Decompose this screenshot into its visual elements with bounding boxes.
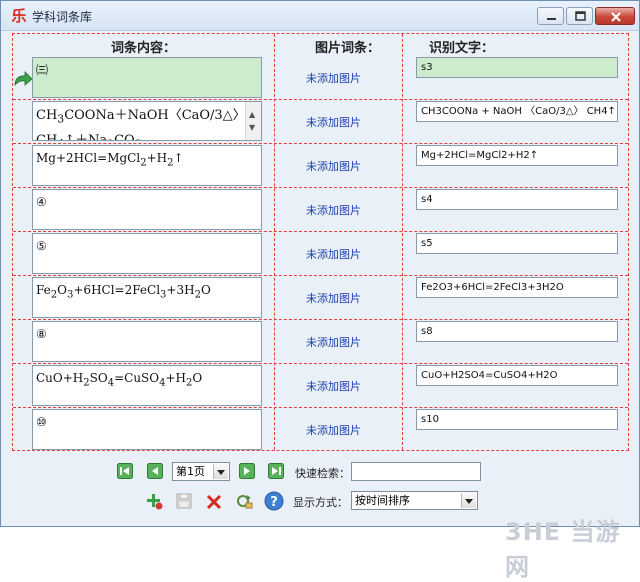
column-divider <box>274 34 275 450</box>
row-divider <box>13 99 628 100</box>
add-picture-link[interactable]: 未添加图片 <box>306 422 361 438</box>
scroll-down-icon[interactable]: ▼ <box>249 117 255 138</box>
quick-search-label: 快速检索： <box>295 467 350 480</box>
add-picture-link[interactable]: 未添加图片 <box>306 290 361 306</box>
term-scrollbar[interactable]: ▲ ▼ <box>245 102 261 140</box>
term-field[interactable]: ④ <box>32 189 262 230</box>
terms-grid: 词条内容： 图片词条： 识别文字： ㈢ 未添加图片 s3 CH3COONa＋Na… <box>12 33 629 451</box>
term-text: Mg+2HCl=MgCl2+H2↑ <box>36 151 184 169</box>
recognized-text-field[interactable]: CuO+H2SO4=CuSO4+H2O <box>416 365 618 386</box>
row-divider <box>13 319 628 320</box>
recognized-text-field[interactable]: s10 <box>416 409 618 430</box>
main-panel: 词条内容： 图片词条： 识别文字： ㈢ 未添加图片 s3 CH3COONa＋Na… <box>9 31 631 581</box>
add-picture-link[interactable]: 未添加图片 <box>306 114 361 130</box>
term-text: ⑤ <box>36 239 47 253</box>
add-picture-link[interactable]: 未添加图片 <box>306 158 361 174</box>
column-divider <box>402 34 403 450</box>
close-button[interactable] <box>595 7 635 25</box>
term-field[interactable]: ⑧ <box>32 321 262 362</box>
add-picture-link[interactable]: 未添加图片 <box>306 378 361 394</box>
add-picture-link[interactable]: 未添加图片 <box>306 70 361 86</box>
term-field[interactable]: Mg+2HCl=MgCl2+H2↑ <box>32 145 262 186</box>
add-icon[interactable] <box>144 491 164 511</box>
term-text: CH3COONa＋NaOH〈CaO/3△〉CH4↑＋Na2CO3 <box>36 108 240 141</box>
recognized-text-field[interactable]: Fe2O3+6HCl=2FeCl3+3H2O <box>416 277 618 298</box>
add-picture-link[interactable]: 未添加图片 <box>306 334 361 350</box>
next-page-icon[interactable] <box>239 463 255 479</box>
row-divider <box>13 275 628 276</box>
recognized-text-field[interactable]: s5 <box>416 233 618 254</box>
term-field[interactable]: ⑤ <box>32 233 262 274</box>
last-page-icon[interactable] <box>268 463 284 479</box>
add-picture-link[interactable]: 未添加图片 <box>306 246 361 262</box>
row-divider <box>13 187 628 188</box>
recognized-text-field[interactable]: CH3COONa + NaOH 〈CaO/3△〉 CH4↑ <box>416 101 618 122</box>
display-mode-select[interactable]: 按时间排序 <box>351 491 478 510</box>
quick-search-input[interactable] <box>351 462 481 481</box>
row-divider <box>13 231 628 232</box>
row-divider <box>13 363 628 364</box>
prev-page-icon[interactable] <box>147 463 163 479</box>
term-text: ⑧ <box>36 327 47 341</box>
chevron-down-icon[interactable] <box>213 464 228 479</box>
minimize-button[interactable] <box>537 7 564 25</box>
chevron-down-icon[interactable] <box>461 493 476 508</box>
term-field[interactable]: ㈢ <box>32 57 262 98</box>
save-icon[interactable] <box>174 491 194 511</box>
term-text: CuO+H2SO4=CuSO4+H2O <box>36 371 203 389</box>
display-mode-label: 显示方式： <box>293 496 348 509</box>
add-picture-link[interactable]: 未添加图片 <box>306 202 361 218</box>
page-select-value: 第1页 <box>176 465 205 478</box>
recognized-text-field[interactable]: Mg+2HCl=MgCl2+H2↑ <box>416 145 618 166</box>
term-field[interactable]: Fe2O3+6HCl=2FeCl3+3H2O <box>32 277 262 318</box>
term-text: Fe2O3+6HCl=2FeCl3+3H2O <box>36 283 211 301</box>
term-column-header: 词条内容： <box>111 41 177 56</box>
term-text: ④ <box>36 195 47 209</box>
title-bar: 乐 学科词条库 <box>1 1 639 31</box>
window-title: 学科词条库 <box>32 10 93 24</box>
row-divider <box>13 143 628 144</box>
app-logo-icon: 乐 <box>11 7 27 25</box>
first-page-icon[interactable] <box>117 463 133 479</box>
recognized-text-field[interactable]: s8 <box>416 321 618 342</box>
term-text: ㈢ <box>36 63 49 77</box>
recognized-text-field[interactable]: s4 <box>416 189 618 210</box>
maximize-button[interactable] <box>566 7 593 25</box>
delete-icon[interactable] <box>204 491 224 511</box>
term-field[interactable]: ⑩ <box>32 409 262 450</box>
term-field[interactable]: CH3COONa＋NaOH〈CaO/3△〉CH4↑＋Na2CO3 ▲▼ <box>32 101 262 141</box>
svg-text:?: ? <box>270 495 278 510</box>
refresh-icon[interactable] <box>234 491 254 511</box>
term-text: ⑩ <box>36 415 47 429</box>
page-select[interactable]: 第1页 <box>172 462 230 481</box>
watermark-logo: 3HE 当游网 <box>505 518 621 581</box>
current-row-arrow-icon <box>14 71 33 87</box>
recognized-column-header: 识别文字： <box>429 41 495 56</box>
row-divider <box>13 407 628 408</box>
picture-column-header: 图片词条： <box>315 41 381 56</box>
app-window: 乐 学科词条库 词条内容： 图片词条： 识别文字： ㈢ 未添加图片 s3 CH3… <box>0 0 640 581</box>
term-field[interactable]: CuO+H2SO4=CuSO4+H2O <box>32 365 262 406</box>
help-icon[interactable]: ? <box>264 491 284 511</box>
recognized-text-field[interactable]: s3 <box>416 57 618 78</box>
display-mode-value: 按时间排序 <box>355 494 410 507</box>
